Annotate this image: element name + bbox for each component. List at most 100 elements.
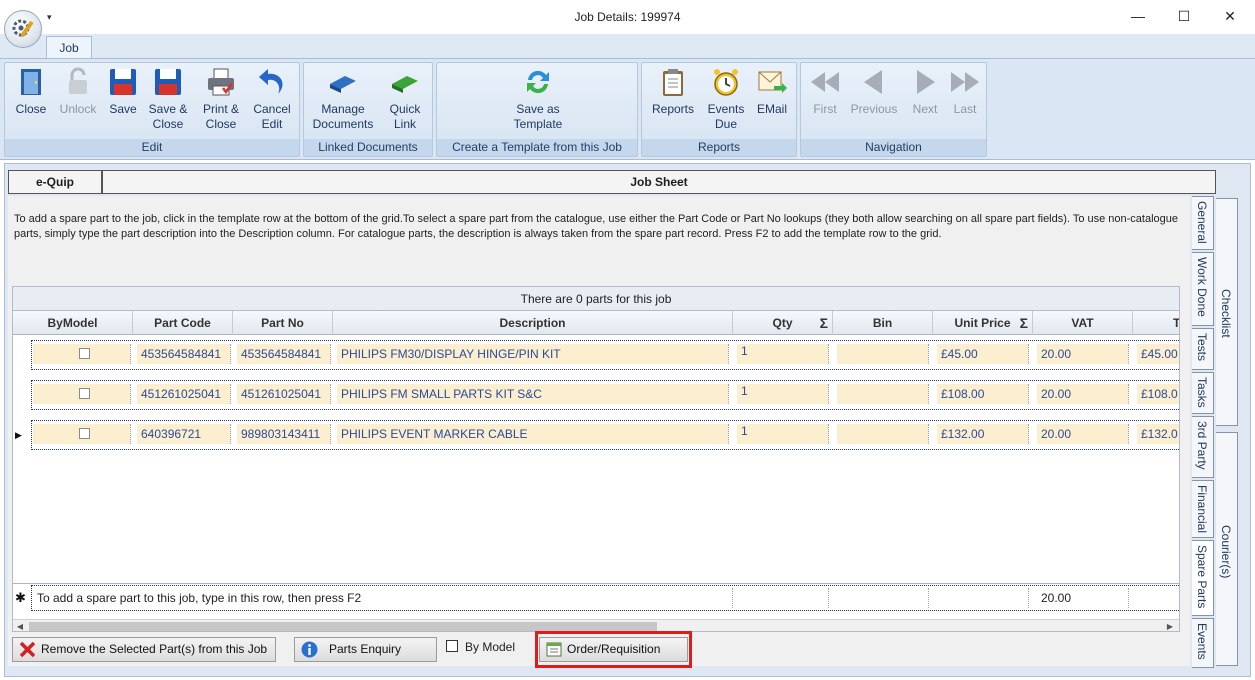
qty-cell[interactable]: 1 xyxy=(737,344,829,364)
template-bin-cell[interactable] xyxy=(837,588,929,608)
table-row[interactable]: ▶ 640396721 989803143411 PHILIPS EVENT M… xyxy=(13,419,1179,451)
maximize-button[interactable]: ☐ xyxy=(1161,0,1207,32)
manage-documents-button[interactable]: Manage Documents xyxy=(310,66,376,132)
description-cell[interactable]: PHILIPS EVENT MARKER CABLE xyxy=(337,424,729,444)
previous-record-button[interactable]: Previous xyxy=(847,66,901,117)
column-header-description[interactable]: Description xyxy=(333,311,733,335)
unlock-button[interactable]: Unlock xyxy=(55,66,101,117)
first-record-button[interactable]: First xyxy=(805,66,845,117)
part-code-cell[interactable]: 640396721 xyxy=(137,424,231,444)
sum-icon[interactable]: Σ xyxy=(820,311,828,335)
tab-financial[interactable]: Financial xyxy=(1192,480,1214,538)
print-and-close-button[interactable]: Print & Close xyxy=(197,66,245,132)
double-right-arrow-icon xyxy=(951,72,979,92)
column-header-bin[interactable]: Bin xyxy=(833,311,933,335)
e-quip-header: e-Quip xyxy=(8,170,102,194)
title-bar: ▾ Job Details: 199974 — ☐ ✕ xyxy=(0,0,1255,34)
total-cell[interactable]: £108.0 xyxy=(1137,384,1179,404)
part-no-cell[interactable]: 989803143411 xyxy=(237,424,331,444)
total-cell[interactable]: £45.00 xyxy=(1137,344,1179,364)
quick-link-button[interactable]: Quick Link xyxy=(382,66,428,132)
group-label-template: Create a Template from this Job xyxy=(437,139,637,156)
tab-courier[interactable]: Courier(s) xyxy=(1216,432,1238,666)
blue-book-icon xyxy=(330,76,356,93)
cancel-edit-button[interactable]: Cancel Edit xyxy=(249,66,295,132)
part-code-cell[interactable]: 451261025041 xyxy=(137,384,231,404)
tab-spare-parts[interactable]: Spare Parts xyxy=(1192,540,1214,616)
by-model-checkbox[interactable] xyxy=(446,640,458,652)
column-header-row: ByModel Part Code Part No Description Qt… xyxy=(13,311,1179,335)
close-window-button[interactable]: ✕ xyxy=(1207,0,1253,32)
qty-cell[interactable]: 1 xyxy=(737,384,829,404)
part-no-cell[interactable]: 451261025041 xyxy=(237,384,331,404)
unit-price-cell[interactable]: £108.00 xyxy=(937,384,1029,404)
part-no-cell[interactable]: 453564584841 xyxy=(237,344,331,364)
ribbon: Close Unlock Save Save & Close Print & C… xyxy=(0,58,1255,160)
minimize-button[interactable]: — xyxy=(1115,0,1161,32)
save-button[interactable]: Save xyxy=(105,66,141,117)
template-row[interactable]: ✱ To add a spare part to this job, type … xyxy=(13,583,1179,611)
column-header-unit-price[interactable]: Unit Price Σ xyxy=(933,311,1033,335)
column-header-vat[interactable]: VAT xyxy=(1033,311,1133,335)
tab-3rd-party[interactable]: 3rd Party xyxy=(1192,416,1214,478)
tab-tasks[interactable]: Tasks xyxy=(1192,372,1214,414)
template-row-prompt[interactable]: To add a spare part to this job, type in… xyxy=(33,588,733,608)
close-button[interactable]: Close xyxy=(11,66,51,117)
tab-work-done[interactable]: Work Done xyxy=(1192,252,1214,326)
last-record-button[interactable]: Last xyxy=(945,66,985,117)
column-header-qty[interactable]: Qty Σ xyxy=(733,311,833,335)
floppy-disk-icon xyxy=(110,69,136,95)
column-header-bymodel[interactable]: ByModel xyxy=(13,311,133,335)
spare-parts-grid: There are 0 parts for this job ByModel P… xyxy=(12,286,1180,632)
double-left-arrow-icon xyxy=(811,72,839,92)
save-as-template-button[interactable]: Save as Template xyxy=(503,66,573,132)
vat-cell[interactable]: 20.00 xyxy=(1037,384,1129,404)
column-header-part-code[interactable]: Part Code xyxy=(133,311,233,335)
column-header-part-no[interactable]: Part No xyxy=(233,311,333,335)
app-menu-orb-icon[interactable] xyxy=(4,10,42,48)
green-book-icon xyxy=(392,76,418,93)
unit-price-cell[interactable]: £45.00 xyxy=(937,344,1029,364)
tab-tests[interactable]: Tests xyxy=(1192,328,1214,370)
tab-checklist[interactable]: Checklist xyxy=(1216,198,1238,426)
tab-general[interactable]: General xyxy=(1192,196,1214,250)
parts-enquiry-button[interactable]: Parts Enquiry xyxy=(294,637,437,662)
unit-price-cell[interactable]: £132.00 xyxy=(937,424,1029,444)
sum-icon[interactable]: Σ xyxy=(1020,311,1028,335)
bymodel-checkbox[interactable] xyxy=(79,428,90,439)
bin-cell[interactable] xyxy=(837,344,929,364)
tab-events[interactable]: Events xyxy=(1192,618,1214,668)
envelope-arrow-icon xyxy=(758,71,787,93)
qty-cell[interactable]: 1 xyxy=(737,424,829,444)
bymodel-cell[interactable] xyxy=(33,384,131,404)
vat-cell[interactable]: 20.00 xyxy=(1037,344,1129,364)
scrollbar-thumb[interactable] xyxy=(29,622,657,631)
vat-cell[interactable]: 20.00 xyxy=(1037,424,1129,444)
template-qty-cell[interactable] xyxy=(737,588,829,608)
save-and-close-button[interactable]: Save & Close xyxy=(145,66,191,132)
email-button[interactable]: EMail xyxy=(752,66,792,117)
reports-button[interactable]: Reports xyxy=(648,66,698,117)
total-cell[interactable]: £132.0 xyxy=(1137,424,1179,444)
table-row[interactable]: 453564584841 453564584841 PHILIPS FM30/D… xyxy=(13,339,1179,371)
next-record-button[interactable]: Next xyxy=(905,66,945,117)
events-due-button[interactable]: Events Due xyxy=(702,66,750,132)
template-unit-price-cell[interactable] xyxy=(937,588,1029,608)
column-header-total[interactable]: Tot xyxy=(1133,311,1179,335)
scroll-right-icon[interactable]: ▶ xyxy=(1163,620,1177,631)
scroll-left-icon[interactable]: ◀ xyxy=(13,620,27,631)
bin-cell[interactable] xyxy=(837,384,929,404)
part-code-cell[interactable]: 453564584841 xyxy=(137,344,231,364)
description-cell[interactable]: PHILIPS FM SMALL PARTS KIT S&C xyxy=(337,384,729,404)
remove-parts-button[interactable]: Remove the Selected Part(s) from this Jo… xyxy=(12,637,276,662)
template-vat-cell[interactable]: 20.00 xyxy=(1037,588,1129,608)
template-total-cell[interactable] xyxy=(1137,588,1179,608)
bymodel-cell[interactable] xyxy=(33,344,131,364)
bin-cell[interactable] xyxy=(837,424,929,444)
description-cell[interactable]: PHILIPS FM30/DISPLAY HINGE/PIN KIT xyxy=(337,344,729,364)
bymodel-cell[interactable] xyxy=(33,424,131,444)
bymodel-checkbox[interactable] xyxy=(79,348,90,359)
tab-job[interactable]: Job xyxy=(46,36,92,59)
bymodel-checkbox[interactable] xyxy=(79,388,90,399)
table-row[interactable]: 451261025041 451261025041 PHILIPS FM SMA… xyxy=(13,379,1179,411)
